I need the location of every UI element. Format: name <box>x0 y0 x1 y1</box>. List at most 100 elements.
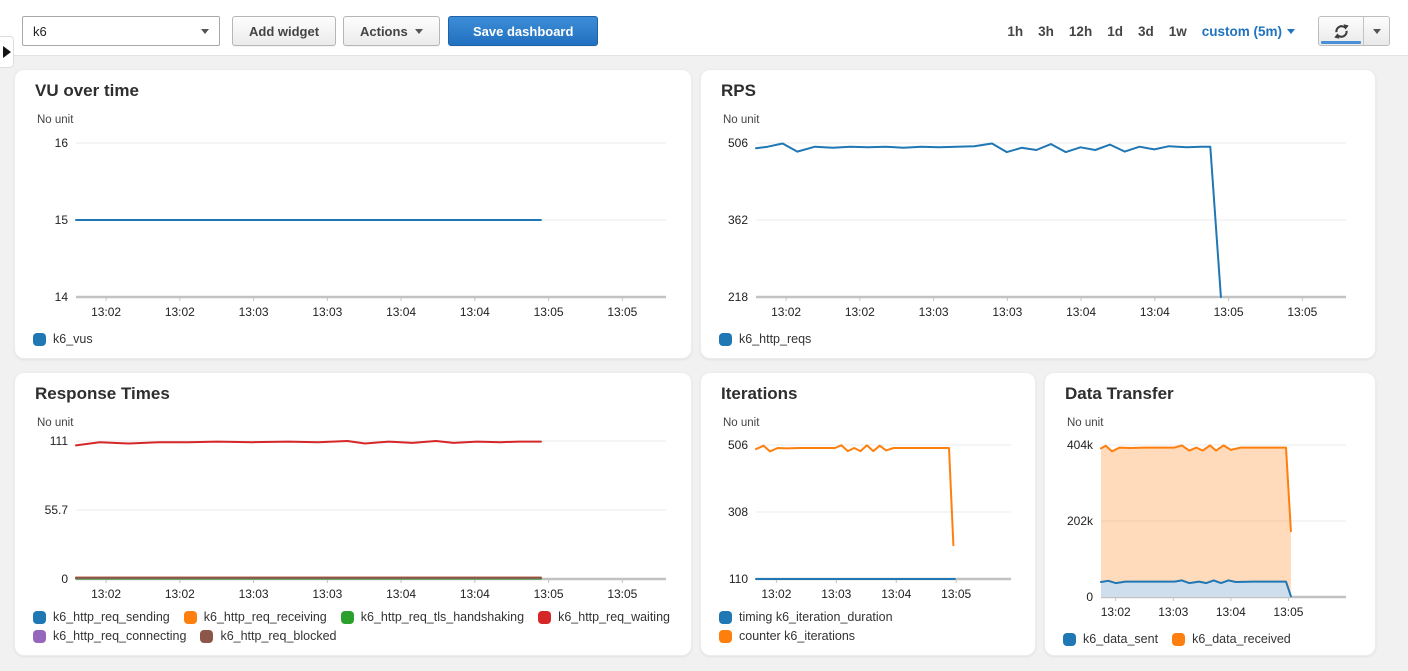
legend-swatch <box>33 333 46 346</box>
widget-title: Response Times <box>35 384 170 404</box>
x-tick-label: 13:05 <box>941 587 971 601</box>
y-axis-unit-label: No unit <box>723 417 759 429</box>
chart-legend: k6_http_req_sending k6_http_req_receiving… <box>33 610 683 643</box>
x-tick-label: 13:02 <box>771 305 801 319</box>
refresh-options-button[interactable] <box>1363 17 1389 45</box>
series-line-counter_k6_iterations <box>756 445 953 545</box>
x-tick-label: 13:03 <box>992 305 1022 319</box>
widget-title: Data Transfer <box>1065 384 1174 404</box>
x-tick-label: 13:04 <box>460 305 490 319</box>
chart-legend: k6_data_sent k6_data_received <box>1063 632 1367 646</box>
chart-plot-area[interactable]: 16151413:0213:0213:0313:0313:0413:0413:0… <box>76 143 666 325</box>
legend-item-k6_vus[interactable]: k6_vus <box>33 332 93 346</box>
x-tick-label: 13:02 <box>91 587 121 601</box>
y-tick-label: 0 <box>61 572 68 586</box>
series-line-k6_http_req_waiting <box>76 441 541 445</box>
legend-item-k6_http_reqs[interactable]: k6_http_reqs <box>719 332 811 346</box>
y-tick-label: 16 <box>55 136 69 150</box>
chart-svg: 404k202k013:0213:0313:0413:05 <box>1101 445 1346 625</box>
y-tick-label: 15 <box>55 213 69 227</box>
custom-range-dropdown[interactable]: custom (5m) <box>1202 24 1295 39</box>
y-tick-label: 14 <box>55 290 69 304</box>
y-axis-unit-label: No unit <box>37 417 73 429</box>
x-tick-label: 13:04 <box>881 587 911 601</box>
sidebar-expand-toggle[interactable] <box>0 36 14 68</box>
add-widget-button[interactable]: Add widget <box>232 16 336 46</box>
x-tick-label: 13:05 <box>607 305 637 319</box>
chart-plot-area[interactable]: 11155.7013:0213:0213:0313:0313:0413:0413… <box>76 441 666 607</box>
x-tick-label: 13:03 <box>919 305 949 319</box>
widget-rps: RPSNo unit50636221813:0213:0213:0313:031… <box>700 69 1376 359</box>
y-tick-label: 506 <box>728 438 748 452</box>
time-range-cluster: 1h 3h 12h 1d 3d 1w custom (5m) <box>1007 16 1390 46</box>
x-tick-label: 13:02 <box>165 587 195 601</box>
legend-label: k6_http_req_waiting <box>558 610 670 624</box>
chart-plot-area[interactable]: 404k202k013:0213:0313:0413:05 <box>1101 445 1346 625</box>
actions-button[interactable]: Actions <box>343 16 440 46</box>
range-1w[interactable]: 1w <box>1169 24 1187 39</box>
legend-item-timing_k6_iteration_duration[interactable]: timing k6_iteration_duration <box>719 610 893 624</box>
refresh-button[interactable] <box>1319 17 1363 45</box>
legend-item-k6_http_req_tls_handshaking[interactable]: k6_http_req_tls_handshaking <box>341 610 524 624</box>
chevron-down-icon <box>1287 29 1295 34</box>
legend-label: k6_data_received <box>1192 632 1291 646</box>
legend-item-counter_k6_iterations[interactable]: counter k6_iterations <box>719 629 855 643</box>
legend-item-k6_http_req_receiving[interactable]: k6_http_req_receiving <box>184 610 327 624</box>
range-3h[interactable]: 3h <box>1038 24 1054 39</box>
legend-label: k6_http_req_receiving <box>204 610 327 624</box>
x-tick-label: 13:02 <box>165 305 195 319</box>
range-1h[interactable]: 1h <box>1007 24 1023 39</box>
legend-swatch <box>200 630 213 643</box>
y-tick-label: 0 <box>1086 590 1093 604</box>
x-tick-label: 13:05 <box>534 587 564 601</box>
chart-plot-area[interactable]: 50630811013:0213:0313:0413:05 <box>756 445 1011 607</box>
x-tick-label: 13:02 <box>1101 605 1131 619</box>
y-axis-unit-label: No unit <box>723 114 759 126</box>
legend-item-k6_data_sent[interactable]: k6_data_sent <box>1063 632 1158 646</box>
x-tick-label: 13:04 <box>1140 305 1170 319</box>
save-dashboard-button[interactable]: Save dashboard <box>448 16 598 46</box>
widget-vu: VU over timeNo unit16151413:0213:0213:03… <box>14 69 692 359</box>
legend-swatch <box>719 333 732 346</box>
widget-dt: Data Transfer No unit 404k202k013:0213:031… <box>1044 372 1376 656</box>
legend-swatch <box>1063 633 1076 646</box>
legend-label: k6_http_req_sending <box>53 610 170 624</box>
legend-swatch <box>341 611 354 624</box>
refresh-icon <box>1333 23 1350 40</box>
x-tick-label: 13:05 <box>1214 305 1244 319</box>
chevron-down-icon <box>415 29 423 34</box>
legend-item-k6_http_req_sending[interactable]: k6_http_req_sending <box>33 610 170 624</box>
chart-svg: 11155.7013:0213:0213:0313:0313:0413:0413… <box>76 441 666 607</box>
chart-plot-area[interactable]: 50636221813:0213:0213:0313:0313:0413:041… <box>756 143 1346 325</box>
top-toolbar: k6 Add widget Actions Save dashboard 1h … <box>0 0 1408 56</box>
x-tick-label: 13:03 <box>312 587 342 601</box>
x-tick-label: 13:03 <box>239 587 269 601</box>
legend-label: counter k6_iterations <box>739 629 855 643</box>
x-tick-label: 13:02 <box>91 305 121 319</box>
range-3d[interactable]: 3d <box>1138 24 1154 39</box>
dashboard-select[interactable]: k6 <box>22 16 220 46</box>
y-tick-label: 506 <box>728 136 748 150</box>
widget-iter: IterationsNo unit50630811013:0213:0313:0… <box>700 372 1036 656</box>
legend-item-k6_http_req_waiting[interactable]: k6_http_req_waiting <box>538 610 670 624</box>
widget-title: RPS <box>721 81 756 101</box>
y-tick-label: 404k <box>1067 438 1094 452</box>
legend-item-k6_data_received[interactable]: k6_data_received <box>1172 632 1291 646</box>
x-tick-label: 13:04 <box>1066 305 1096 319</box>
legend-swatch <box>1172 633 1185 646</box>
legend-item-k6_http_req_blocked[interactable]: k6_http_req_blocked <box>200 629 336 643</box>
widget-row-1: VU over timeNo unit16151413:0213:0213:03… <box>14 69 1394 359</box>
x-tick-label: 13:02 <box>845 305 875 319</box>
y-axis-unit-label: No unit <box>1067 417 1103 429</box>
legend-swatch <box>719 611 732 624</box>
refresh-active-indicator <box>1321 41 1361 44</box>
range-1d[interactable]: 1d <box>1107 24 1123 39</box>
chart-legend: timing k6_iteration_durationcounter k6_i… <box>719 610 1027 643</box>
range-12h[interactable]: 12h <box>1069 24 1092 39</box>
x-tick-label: 13:03 <box>312 305 342 319</box>
series-area-k6_data_received <box>1101 445 1291 597</box>
legend-item-k6_http_req_connecting[interactable]: k6_http_req_connecting <box>33 629 186 643</box>
legend-label: k6_vus <box>53 332 93 346</box>
legend-label: k6_http_reqs <box>739 332 811 346</box>
legend-swatch <box>538 611 551 624</box>
